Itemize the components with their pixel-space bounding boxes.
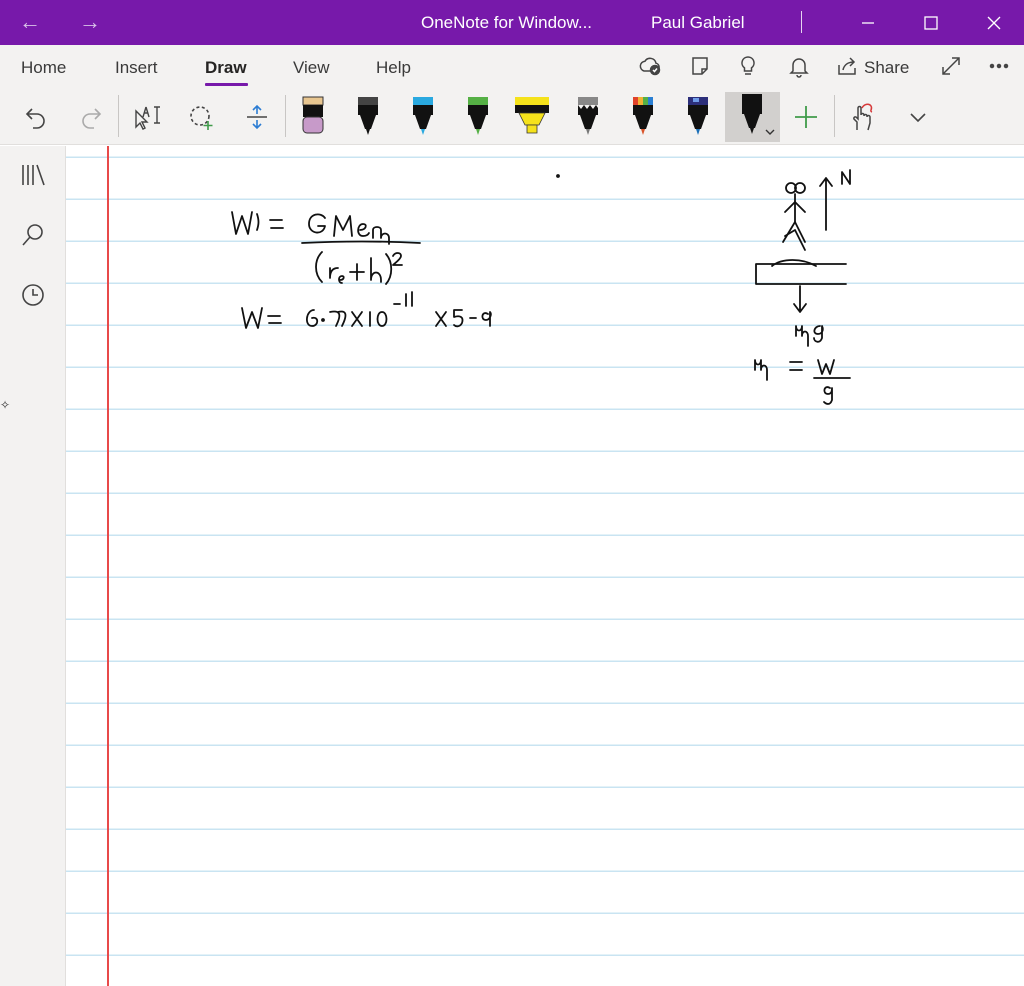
green-pen-icon [468,97,488,135]
share-icon[interactable] [834,53,860,79]
lasso-plus-icon [190,106,213,130]
undo-icon [25,108,45,129]
text-select-icon [135,106,160,130]
toolbar-divider [834,95,835,137]
black-pen-icon [358,97,378,135]
galaxy-pen-icon [688,97,708,135]
recent-notes-clock-icon[interactable] [18,280,48,310]
selected-pen-icon [742,94,775,135]
minimize-button[interactable] [840,0,896,45]
rainbow-pen-icon [633,97,653,135]
more-options-icon[interactable] [986,53,1012,79]
pointer-cursor-icon: ✧ [0,398,11,412]
arrow-left-icon[interactable]: ← [15,7,45,37]
active-tab-indicator [205,83,248,86]
chevron-down-icon [910,113,926,123]
user-name[interactable]: Paul Gabriel [651,13,745,33]
blue-pen-tool[interactable] [408,97,438,137]
tab-draw[interactable]: Draw [205,58,247,78]
eraser-tool[interactable] [298,96,328,137]
galaxy-pen-tool[interactable] [683,97,713,137]
redo-icon [82,108,102,129]
highlighter-icon [515,97,549,134]
redo-button[interactable] [75,97,107,137]
left-navigation-rail [0,146,66,986]
arrow-right-icon[interactable]: → [75,7,105,37]
yellow-highlighter-tool[interactable] [513,97,551,137]
add-pen-button[interactable] [790,97,822,137]
close-icon [987,16,1001,29]
page-margin-line [107,146,109,986]
lightbulb-icon[interactable] [735,53,761,79]
search-icon[interactable] [18,220,48,250]
rainbow-pen-tool[interactable] [628,97,658,137]
lasso-select-tool[interactable] [185,97,219,137]
sparkle-pen-tool[interactable] [573,97,603,137]
touch-draw-icon [853,103,873,131]
tab-home[interactable]: Home [21,58,66,78]
page-view-icon[interactable] [687,53,713,79]
blue-pen-icon [413,97,433,135]
eraser-icon [302,96,324,134]
ribbon: Home Insert Draw View Help Share [0,45,1024,145]
black-pen-tool[interactable] [353,97,383,137]
tab-help[interactable]: Help [376,58,411,78]
title-divider [801,11,802,33]
title-bar: ← → OneNote for Window... Paul Gabriel [0,0,1024,45]
green-pen-tool[interactable] [463,97,493,137]
toolbar-divider [285,95,286,137]
black-pen-selected-tool[interactable] [732,94,778,137]
ribbon-collapse-button[interactable] [903,97,933,137]
note-page-canvas[interactable] [66,146,1024,986]
sync-status-icon[interactable] [637,53,663,79]
share-button[interactable]: Share [864,58,909,78]
type-select-tool[interactable] [130,97,164,137]
maximize-button[interactable] [903,0,959,45]
add-space-tool[interactable] [240,97,274,137]
bell-icon[interactable] [786,53,812,79]
insert-space-icon [247,104,267,130]
window-title: OneNote for Window... [421,13,593,32]
maximize-icon [924,15,938,30]
undo-button[interactable] [20,97,52,137]
sparkle-pen-icon [578,97,598,135]
minimize-icon [862,21,874,24]
tab-view[interactable]: View [293,58,330,78]
draw-with-touch-button[interactable] [846,97,878,137]
tab-insert[interactable]: Insert [115,58,158,78]
plus-icon [795,106,817,128]
notebooks-icon[interactable] [18,160,48,190]
toolbar-divider [118,95,119,137]
expand-icon[interactable] [938,53,964,79]
close-button[interactable] [966,0,1022,45]
